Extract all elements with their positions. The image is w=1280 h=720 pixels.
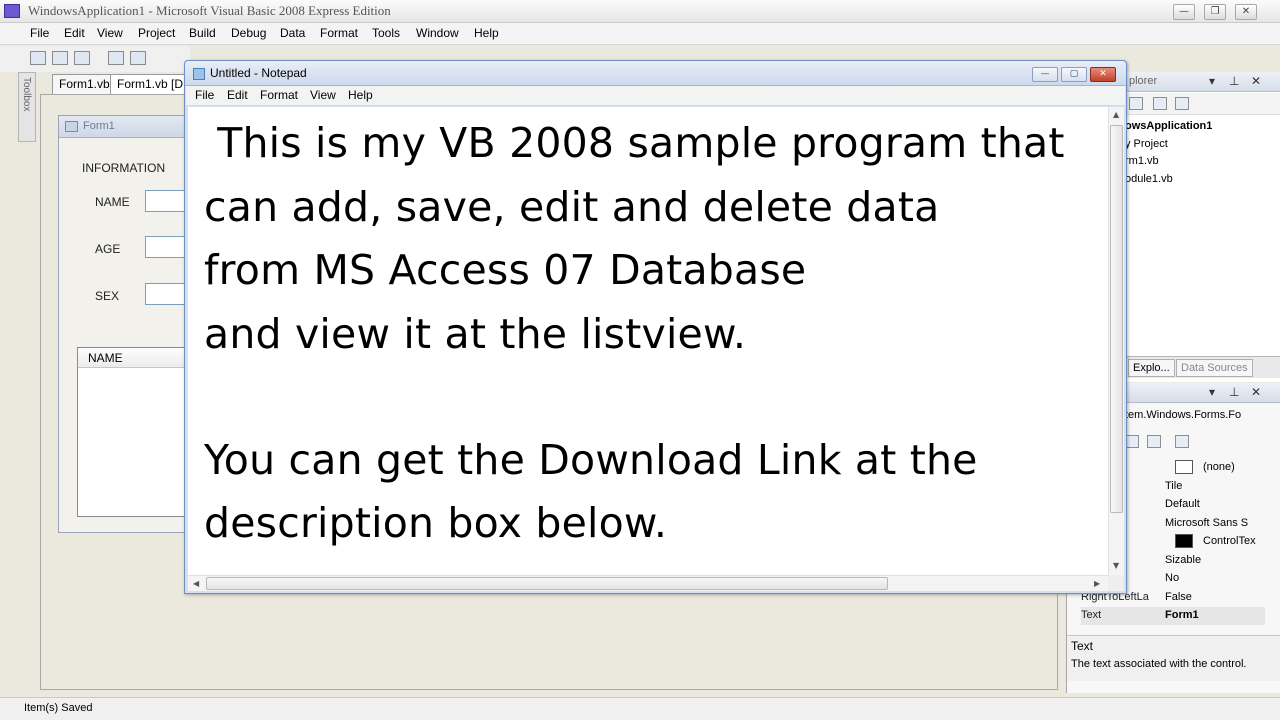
property-description-text: The text associated with the control. xyxy=(1071,658,1247,670)
solution-explorer-header: plorer ▾ ⊥ ✕ xyxy=(1125,72,1280,92)
menu-format[interactable]: Format xyxy=(320,26,358,40)
pin-icon[interactable]: ⊥ xyxy=(1229,74,1239,88)
open-file-icon[interactable] xyxy=(52,51,68,65)
pin-icon[interactable]: ⊥ xyxy=(1229,385,1239,399)
property-description: Text The text associated with the contro… xyxy=(1067,635,1280,681)
new-project-icon[interactable] xyxy=(30,51,46,65)
scroll-up-icon[interactable]: ▲ xyxy=(1113,110,1119,119)
name-label: NAME xyxy=(95,195,130,209)
panel-dropdown-icon[interactable]: ▾ xyxy=(1209,74,1215,88)
notepad-window[interactable]: Untitled - Notepad — ▢ ✕ File Edit Forma… xyxy=(184,60,1127,594)
tree-item-solution[interactable]: owsApplication1 xyxy=(1125,120,1212,132)
text-line: This is my VB 2008 sample program that xyxy=(204,119,1065,167)
notepad-app-icon xyxy=(193,68,205,80)
text-line: can add, save, edit and delete data xyxy=(204,183,940,231)
properties-icon[interactable] xyxy=(1129,97,1143,110)
scrollbar-corner xyxy=(1108,575,1124,591)
records-listview[interactable]: NAME xyxy=(77,347,197,517)
status-bar: Item(s) Saved xyxy=(0,697,1280,720)
notepad-menu-edit[interactable]: Edit xyxy=(227,88,248,102)
menu-data[interactable]: Data xyxy=(280,26,305,40)
solution-explorer-title: plorer xyxy=(1129,75,1158,87)
property-pages-icon[interactable] xyxy=(1175,435,1189,448)
menu-tools[interactable]: Tools xyxy=(372,26,400,40)
property-row-selected[interactable]: Text Form1 xyxy=(1081,607,1265,625)
notepad-text-area[interactable]: This is my VB 2008 sample program that c… xyxy=(188,107,1108,575)
text-line: and view it at the listview. xyxy=(204,310,747,358)
menu-help[interactable]: Help xyxy=(474,26,499,40)
notepad-menu-file[interactable]: File xyxy=(195,88,214,102)
property-description-title: Text xyxy=(1071,639,1094,653)
close-panel-icon[interactable]: ✕ xyxy=(1251,385,1261,399)
tab-form1-design[interactable]: Form1.vb [D xyxy=(110,74,191,94)
vs-title-bar: WindowsApplication1 - Microsoft Visual B… xyxy=(0,0,1280,23)
vs-window-title: WindowsApplication1 - Microsoft Visual B… xyxy=(28,3,391,18)
close-button[interactable]: ✕ xyxy=(1235,4,1257,20)
notepad-title-bar[interactable]: Untitled - Notepad — ▢ ✕ xyxy=(185,61,1126,86)
menu-window[interactable]: Window xyxy=(416,26,459,40)
notepad-close-button[interactable]: ✕ xyxy=(1090,67,1116,82)
text-line: You can get the Download Link at the xyxy=(204,436,978,484)
menu-edit[interactable]: Edit xyxy=(64,26,85,40)
information-group-label: INFORMATION xyxy=(82,161,166,175)
menu-debug[interactable]: Debug xyxy=(231,26,266,40)
notepad-menu-format[interactable]: Format xyxy=(260,88,298,102)
panel-dropdown-icon[interactable]: ▾ xyxy=(1209,385,1215,399)
menu-file[interactable]: File xyxy=(30,26,49,40)
save-icon[interactable] xyxy=(108,51,124,65)
vertical-scrollbar[interactable]: ▲ ▼ xyxy=(1108,107,1124,575)
events-icon[interactable] xyxy=(1147,435,1161,448)
notepad-menu-help[interactable]: Help xyxy=(348,88,373,102)
horizontal-scroll-thumb[interactable] xyxy=(206,577,888,590)
tab-form1-vb[interactable]: Form1.vb xyxy=(52,74,117,94)
age-label: AGE xyxy=(95,242,121,256)
tree-item-form1[interactable]: rm1.vb xyxy=(1125,155,1159,167)
vertical-scroll-thumb[interactable] xyxy=(1110,125,1123,513)
document-tabs: Form1.vb Form1.vb [D xyxy=(40,72,191,94)
listview-column-name[interactable]: NAME xyxy=(78,348,196,368)
menu-view[interactable]: View xyxy=(97,26,123,40)
text-line: from MS Access 07 Database xyxy=(204,246,807,294)
status-text: Item(s) Saved xyxy=(24,702,93,714)
add-item-icon[interactable] xyxy=(74,51,90,65)
scroll-right-icon[interactable]: ▶ xyxy=(1094,579,1100,588)
tab-data-sources[interactable]: Data Sources xyxy=(1176,359,1253,377)
notepad-menu-view[interactable]: View xyxy=(310,88,336,102)
tab-solution-explorer[interactable]: Explo... xyxy=(1128,359,1175,377)
refresh-icon[interactable] xyxy=(1175,97,1189,110)
show-all-files-icon[interactable] xyxy=(1153,97,1167,110)
minimize-button[interactable]: — xyxy=(1173,4,1195,20)
solution-explorer-panel: plorer ▾ ⊥ ✕ owsApplication1 y Project r… xyxy=(1124,72,1280,382)
text-line: description box below. xyxy=(204,499,668,547)
visual-basic-app-icon xyxy=(4,4,20,18)
categorized-icon[interactable] xyxy=(1125,435,1139,448)
tree-item-my-project[interactable]: y Project xyxy=(1125,138,1168,150)
notepad-maximize-button[interactable]: ▢ xyxy=(1061,67,1087,82)
maximize-button[interactable]: ❐ xyxy=(1204,4,1226,20)
notepad-title: Untitled - Notepad xyxy=(210,66,307,80)
form1-title: Form1 xyxy=(83,120,115,132)
tree-item-module1[interactable]: odule1.vb xyxy=(1125,173,1173,185)
toolbox-tab[interactable]: Toolbox xyxy=(18,72,36,142)
horizontal-scrollbar[interactable]: ◀ ▶ xyxy=(188,575,1108,591)
scroll-left-icon[interactable]: ◀ xyxy=(193,579,199,588)
color-swatch xyxy=(1175,460,1193,474)
solution-explorer-toolbar xyxy=(1125,93,1280,115)
menu-project[interactable]: Project xyxy=(138,26,175,40)
save-all-icon[interactable] xyxy=(130,51,146,65)
notepad-menu-bar: File Edit Format View Help xyxy=(186,86,1125,106)
vs-menu-bar: File Edit View Project Build Debug Data … xyxy=(0,23,1280,45)
notepad-minimize-button[interactable]: — xyxy=(1032,67,1058,82)
close-panel-icon[interactable]: ✕ xyxy=(1251,74,1261,88)
sex-label: SEX xyxy=(95,289,120,303)
scroll-down-icon[interactable]: ▼ xyxy=(1113,561,1119,570)
form-icon xyxy=(65,121,78,132)
toolbox-label: Toolbox xyxy=(21,77,32,112)
vs-toolbar xyxy=(0,46,190,72)
right-panel-tabs: Explo... Data Sources xyxy=(1124,356,1280,378)
color-swatch xyxy=(1175,534,1193,548)
menu-build[interactable]: Build xyxy=(189,26,216,40)
